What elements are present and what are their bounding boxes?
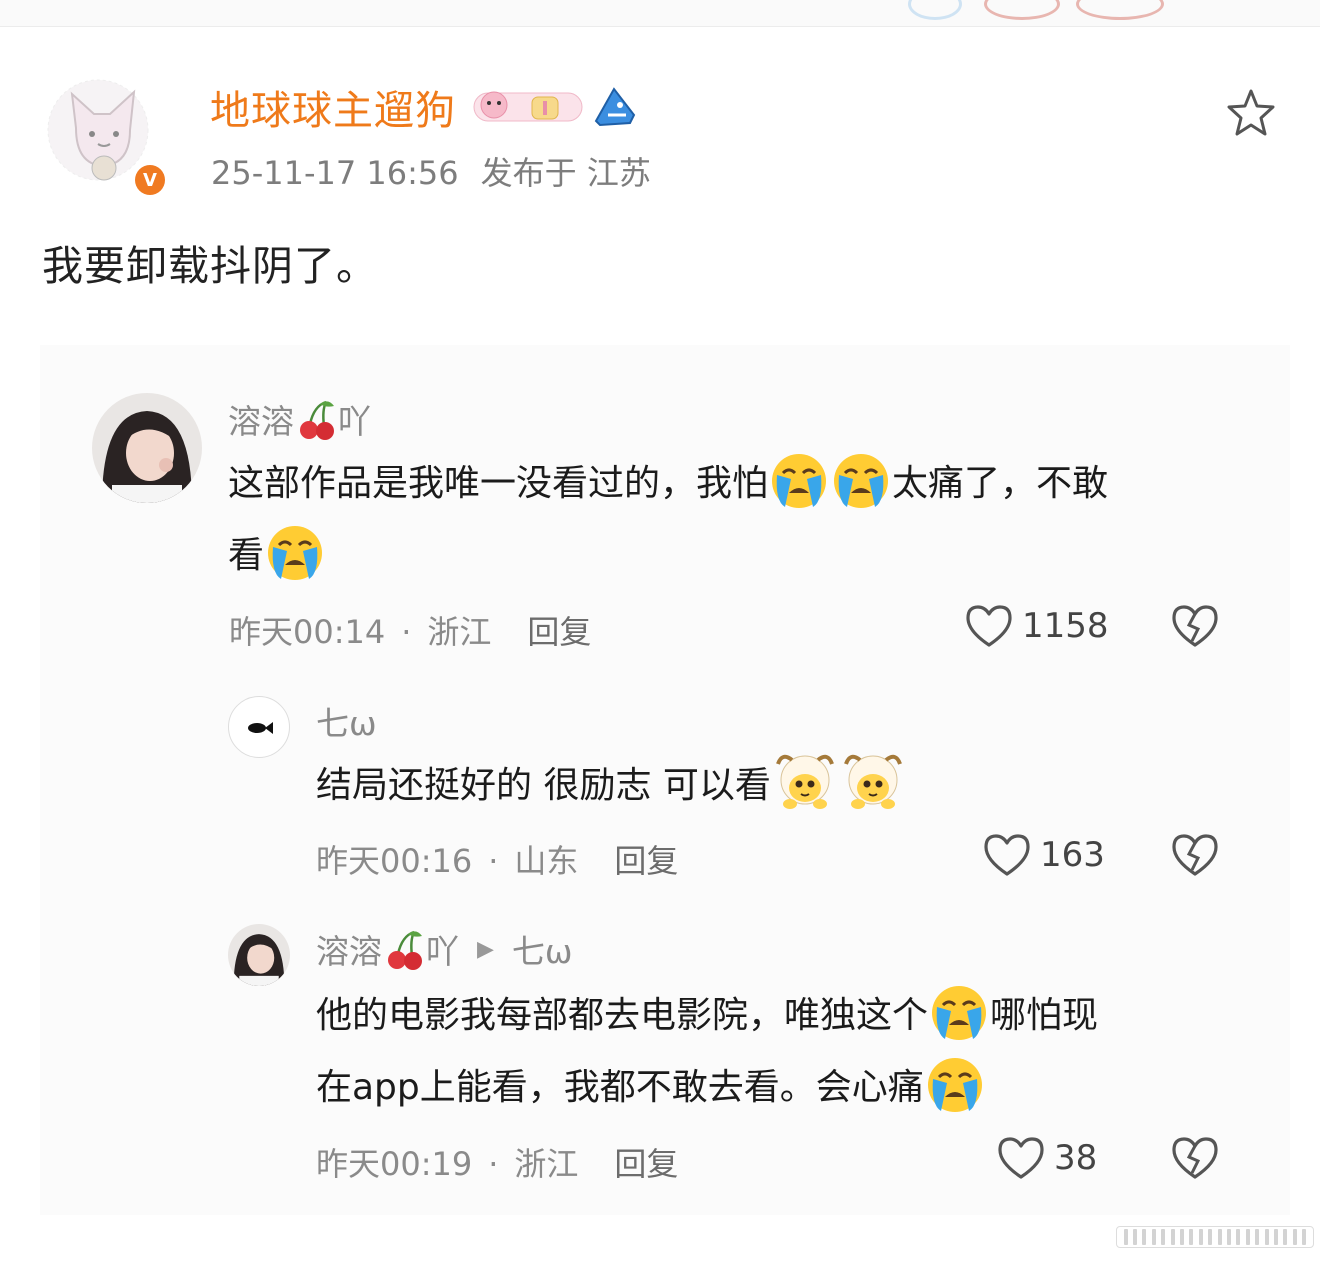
comment-text: 他的电影我每部都去电影院，唯独这个 哪怕现 在app上能看，我都不敢去看。会心痛 bbox=[316, 980, 1236, 1124]
loudly-crying-face-icon bbox=[932, 986, 987, 1040]
top-strip bbox=[0, 0, 1320, 27]
comment-text-part: 哪怕现 bbox=[990, 995, 1099, 1036]
post-timestamp: 25-11-17 16:56 bbox=[211, 154, 459, 192]
reply-to-name[interactable]: 七ω bbox=[512, 925, 573, 973]
decoration bbox=[984, 0, 1060, 20]
post-meta: 25-11-17 16:56 发布于 江苏 bbox=[211, 148, 651, 194]
broken-heart-icon[interactable] bbox=[1170, 832, 1220, 878]
pig-badge-icon bbox=[473, 91, 583, 122]
decoration bbox=[1076, 0, 1164, 20]
scroll-indicator[interactable] bbox=[1116, 1226, 1314, 1248]
comment-text-part: 这部作品是我唯一没看过的，我怕 bbox=[228, 463, 769, 504]
comment-meta: 昨天00:16 · 山东 回复 bbox=[316, 836, 678, 882]
comment-location: 浙江 bbox=[514, 1145, 579, 1183]
comment-text: 这部作品是我唯一没看过的，我怕 太痛了，不敢 看 bbox=[228, 448, 1228, 592]
commenter-name-suffix: 吖 bbox=[426, 932, 459, 971]
author-name[interactable]: 地球球主遛狗 bbox=[210, 78, 456, 136]
comment-text-part: 太痛了，不敢 bbox=[892, 463, 1109, 504]
girl-photo-avatar bbox=[228, 924, 290, 986]
girl-photo-avatar bbox=[92, 393, 202, 503]
shark-badge-icon bbox=[594, 87, 636, 127]
decoration bbox=[908, 0, 962, 20]
comment-location: 浙江 bbox=[427, 613, 492, 651]
reply-button[interactable]: 回复 bbox=[614, 842, 678, 880]
reply-button[interactable]: 回复 bbox=[527, 613, 591, 651]
comment-location: 山东 bbox=[514, 842, 579, 880]
post-text: 我要卸载抖阴了。 bbox=[42, 242, 378, 290]
sheep-hopeful-emoji-icon bbox=[775, 754, 834, 809]
like-count: 1158 bbox=[1022, 606, 1109, 646]
comment-time: 昨天00:14 bbox=[229, 613, 386, 651]
like-button[interactable]: 163 bbox=[982, 832, 1105, 878]
loudly-crying-face-icon bbox=[268, 526, 323, 580]
comment-text-part: 结局还挺好的 很励志 可以看 bbox=[316, 765, 771, 806]
comment-text-part: 看 bbox=[228, 535, 265, 576]
commenter-avatar[interactable] bbox=[92, 393, 202, 503]
like-button[interactable]: 38 bbox=[996, 1135, 1097, 1181]
comment-meta: 昨天00:19 · 浙江 回复 bbox=[316, 1139, 678, 1185]
comment-meta: 昨天00:14 · 浙江 回复 bbox=[229, 607, 591, 653]
broken-heart-icon[interactable] bbox=[1170, 1135, 1220, 1181]
fish-avatar-icon bbox=[248, 722, 273, 734]
heart-outline-icon bbox=[998, 1137, 1044, 1179]
like-count: 163 bbox=[1040, 835, 1105, 875]
cat-avatar-icon: V bbox=[47, 79, 165, 195]
loudly-crying-face-icon bbox=[772, 454, 827, 508]
commenter-name[interactable]: 溶溶 吖 ▶ 七ω bbox=[316, 926, 573, 972]
separator-dot: · bbox=[488, 842, 499, 880]
star-outline-icon[interactable] bbox=[1224, 86, 1278, 140]
cherry-icon bbox=[300, 400, 334, 440]
comment-time: 昨天00:16 bbox=[316, 842, 473, 880]
reply-arrow-icon: ▶ bbox=[477, 936, 494, 962]
commenter-name[interactable]: 溶溶 吖 bbox=[228, 396, 371, 442]
separator-dot: · bbox=[401, 613, 412, 651]
reply-button[interactable]: 回复 bbox=[614, 1145, 678, 1183]
loudly-crying-face-icon bbox=[927, 1058, 982, 1112]
like-button[interactable]: 1158 bbox=[964, 603, 1109, 649]
heart-outline-icon bbox=[984, 834, 1030, 876]
broken-heart-icon[interactable] bbox=[1170, 603, 1220, 649]
commenter-name-suffix: 吖 bbox=[338, 402, 371, 441]
commenter-name-text: 溶溶 bbox=[316, 932, 382, 971]
post-location: 发布于 江苏 bbox=[480, 154, 651, 192]
separator-dot: · bbox=[488, 1145, 499, 1183]
commenter-avatar[interactable] bbox=[228, 924, 290, 986]
commenter-name-text: 溶溶 bbox=[228, 402, 294, 441]
commenter-name-text: 七ω bbox=[316, 704, 377, 743]
author-avatar[interactable]: V bbox=[38, 78, 168, 198]
cherry-icon bbox=[388, 930, 422, 970]
like-count: 38 bbox=[1054, 1138, 1098, 1178]
commenter-name[interactable]: 七ω bbox=[316, 698, 377, 744]
sheep-hopeful-emoji-icon bbox=[843, 754, 902, 809]
loudly-crying-face-icon bbox=[834, 454, 889, 508]
comment-text-part: 在app上能看，我都不敢去看。会心痛 bbox=[316, 1067, 924, 1108]
comment-text-part: 他的电影我每部都去电影院，唯独这个 bbox=[316, 995, 929, 1036]
commenter-avatar[interactable] bbox=[228, 696, 290, 758]
heart-outline-icon bbox=[966, 605, 1012, 647]
comment-text: 结局还挺好的 很励志 可以看 bbox=[316, 750, 1216, 822]
comment-time: 昨天00:19 bbox=[316, 1145, 473, 1183]
verified-badge: V bbox=[143, 170, 157, 191]
post-author-row: 地球球主遛狗 bbox=[210, 80, 638, 134]
